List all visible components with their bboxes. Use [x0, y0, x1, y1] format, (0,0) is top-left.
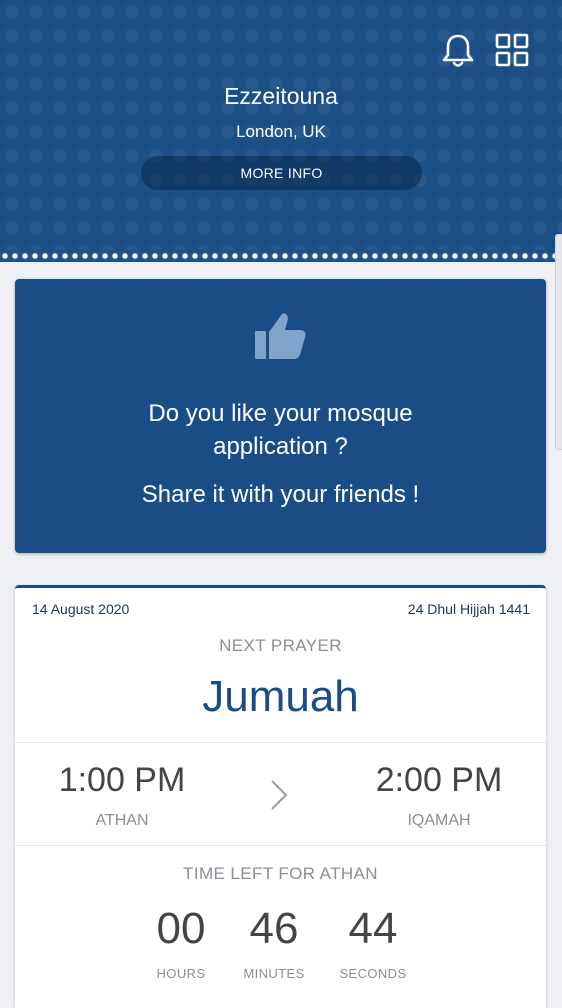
next-prayer-card: 14 August 2020 24 Dhul Hijjah 1441 NEXT … — [15, 585, 546, 1008]
countdown-minutes: 46 — [249, 904, 299, 953]
share-invitation: Share it with your friends ! — [141, 481, 420, 508]
grid-icon[interactable] — [495, 33, 529, 67]
countdown-seconds: 44 — [348, 904, 398, 953]
athan-label: ATHAN — [95, 812, 149, 829]
iqamah-label: IQAMAH — [407, 812, 471, 829]
hijri-date: 24 Dhul Hijjah 1441 — [407, 601, 530, 617]
countdown-minutes-label: MINUTES — [243, 966, 305, 981]
time-left-label: TIME LEFT FOR ATHAN — [183, 864, 378, 883]
share-question-line2: application ? — [213, 433, 348, 460]
divider — [15, 845, 546, 846]
divider — [15, 742, 546, 743]
mosque-header: Ezzeitouna London, UK MORE INFO — [0, 0, 562, 258]
more-info-button[interactable]: MORE INFO — [141, 156, 422, 190]
next-prayer-label: NEXT PRAYER — [219, 636, 342, 655]
countdown-seconds-label: SECONDS — [339, 966, 407, 981]
header-border-decoration — [0, 250, 562, 262]
iqamah-time: 2:00 PM — [375, 761, 503, 799]
thumbs-up-icon — [255, 313, 306, 359]
mosque-location: London, UK — [236, 122, 326, 141]
bell-icon[interactable] — [440, 32, 476, 70]
share-question: Do you like your mosque application ? — [15, 397, 546, 463]
next-prayer-name: Jumuah — [202, 672, 359, 721]
athan-time: 1:00 PM — [58, 761, 186, 799]
scrollbar[interactable] — [555, 234, 562, 450]
chevron-right-icon — [271, 780, 288, 810]
mosque-name: Ezzeitouna — [224, 83, 338, 109]
share-app-card[interactable]: Do you like your mosque application ? Sh… — [15, 279, 546, 553]
share-question-line1: Do you like your mosque — [148, 400, 413, 427]
gregorian-date: 14 August 2020 — [32, 601, 130, 617]
